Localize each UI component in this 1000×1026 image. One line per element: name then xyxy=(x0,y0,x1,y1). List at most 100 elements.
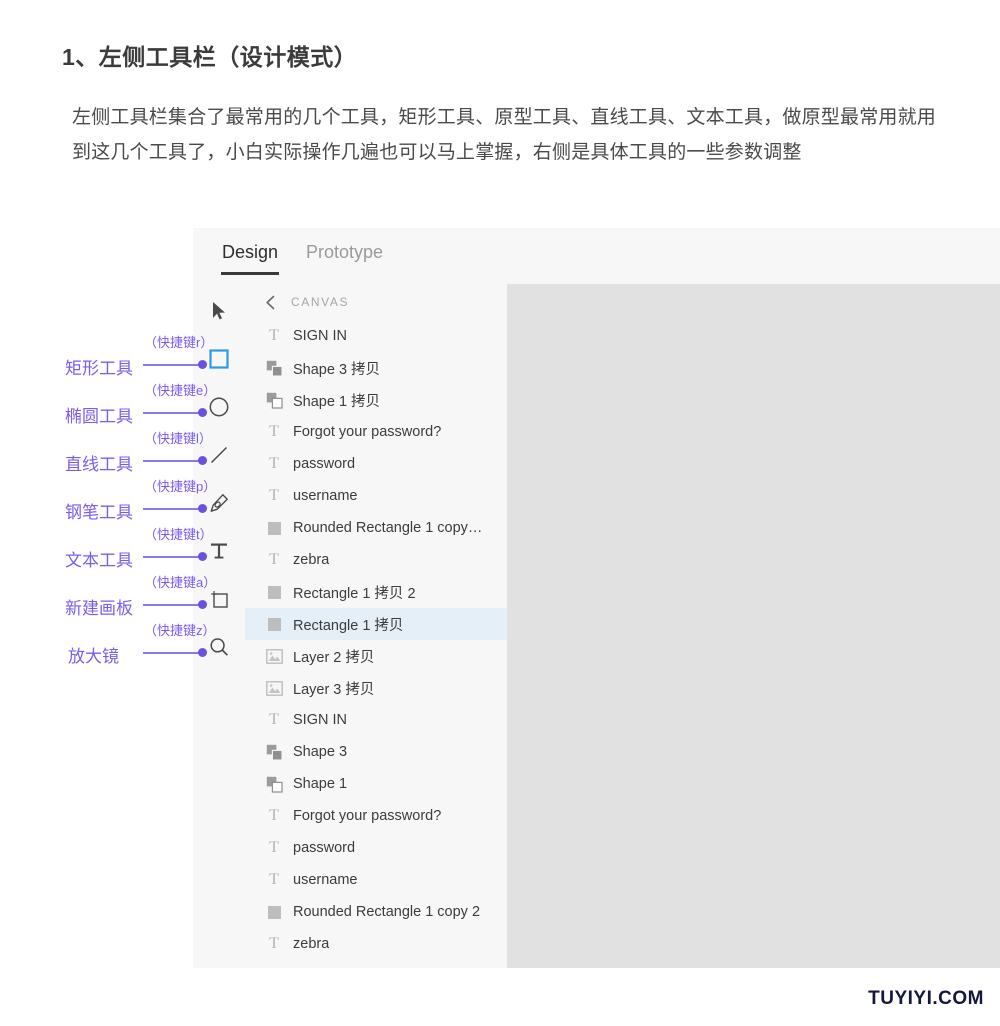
annotation-leader-dot xyxy=(198,648,207,657)
shape-outline-icon xyxy=(265,775,283,793)
annotation-artboard-tool: （快捷键a） 新建画板 xyxy=(0,575,240,624)
layer-label: zebra xyxy=(293,936,330,952)
annotation-shortcut: （快捷键e） xyxy=(144,383,217,398)
annotation-text-tool: （快捷键t） 文本工具 xyxy=(0,527,240,576)
text-layer-icon: T xyxy=(269,935,279,952)
layer-row[interactable]: Rectangle 1 拷贝 2 xyxy=(245,576,507,608)
annotation-pen-tool: （快捷键p） 钢笔工具 xyxy=(0,479,240,528)
layer-label: password xyxy=(293,840,356,856)
move-tool-button[interactable] xyxy=(193,296,245,326)
layer-label: Rectangle 1 拷贝 2 xyxy=(293,585,416,602)
image-layer-icon xyxy=(265,679,283,697)
page-title: 1、左侧工具栏（设计模式） xyxy=(62,44,358,70)
annotation-rectangle-tool: （快捷键r） 矩形工具 xyxy=(0,335,240,384)
app-window: Design Prototype CANVAS T SIGN IN Shape … xyxy=(193,228,1000,968)
annotation-leader-line xyxy=(143,508,201,510)
annotation-label: 直线工具 xyxy=(65,455,133,474)
layer-label: Rounded Rectangle 1 copy… xyxy=(293,520,483,536)
layer-label: Rectangle 1 拷贝 xyxy=(293,617,404,634)
layer-row[interactable]: T SIGN IN xyxy=(245,320,507,352)
tab-prototype[interactable]: Prototype xyxy=(306,242,383,275)
layer-row[interactable]: Tzebra xyxy=(245,544,507,576)
layer-row[interactable]: Tpassword xyxy=(245,448,507,480)
layer-label: SIGN IN xyxy=(293,328,347,344)
layer-row[interactable]: Shape 3 xyxy=(245,736,507,768)
layer-row[interactable]: Tpassword xyxy=(245,832,507,864)
layer-row[interactable]: T Forgot your password? xyxy=(245,416,507,448)
text-layer-icon: T xyxy=(269,423,279,440)
layer-label: Rounded Rectangle 1 copy 2 xyxy=(293,904,481,920)
layer-row[interactable]: Layer 2 拷贝 xyxy=(245,640,507,672)
layer-label: Forgot your password? xyxy=(293,424,442,440)
shape-filled-icon xyxy=(265,359,283,377)
layer-row[interactable]: Tzebra xyxy=(245,928,507,960)
rectangle-layer-icon xyxy=(265,519,283,537)
layer-label: zebra xyxy=(293,552,330,568)
annotation-ellipse-tool: （快捷键e） 椭圆工具 xyxy=(0,383,240,432)
rectangle-layer-icon xyxy=(265,903,283,921)
annotation-leader-line xyxy=(143,652,201,654)
chevron-left-icon[interactable] xyxy=(265,295,283,310)
layer-panel-title: CANVAS xyxy=(291,295,350,309)
layer-label: Shape 3 拷贝 xyxy=(293,361,381,378)
layer-row[interactable]: Rectangle 1 拷贝 xyxy=(245,608,507,640)
annotation-leader-dot xyxy=(198,408,207,417)
annotation-leader-dot xyxy=(198,504,207,513)
annotation-line-tool: （快捷键l） 直线工具 xyxy=(0,431,240,480)
annotation-label: 新建画板 xyxy=(65,599,133,618)
annotation-shortcut: （快捷键z） xyxy=(144,623,216,638)
layer-label: Layer 2 拷贝 xyxy=(293,649,375,666)
text-layer-icon: T xyxy=(269,807,279,824)
annotation-leader-line xyxy=(143,364,201,366)
layer-row[interactable]: Rounded Rectangle 1 copy 2 xyxy=(245,896,507,928)
window-body: CANVAS T SIGN IN Shape 3 拷贝 Shape 1 拷贝 T Forg… xyxy=(193,284,1000,968)
annotation-leader-line xyxy=(143,556,201,558)
text-layer-icon: T xyxy=(269,327,279,344)
canvas-area[interactable] xyxy=(508,284,1000,968)
annotation-leader-dot xyxy=(198,600,207,609)
rectangle-layer-icon xyxy=(265,583,283,601)
annotation-leader-dot xyxy=(198,456,207,465)
annotation-label: 矩形工具 xyxy=(65,359,133,378)
shape-outline-icon xyxy=(265,391,283,409)
layer-row[interactable]: Shape 1 xyxy=(245,768,507,800)
layer-label: username xyxy=(293,872,358,888)
layer-row[interactable]: Shape 3 拷贝 xyxy=(245,352,507,384)
layer-label: password xyxy=(293,456,356,472)
page-paragraph: 左侧工具栏集合了最常用的几个工具，矩形工具、原型工具、直线工具、文本工具，做原型… xyxy=(72,107,937,163)
annotation-leader-line xyxy=(143,604,201,606)
layer-panel-header[interactable]: CANVAS xyxy=(245,284,507,320)
layer-list[interactable]: T SIGN IN Shape 3 拷贝 Shape 1 拷贝 T Forgot your… xyxy=(245,320,507,960)
annotation-leader-line xyxy=(143,412,201,414)
layer-panel[interactable]: CANVAS T SIGN IN Shape 3 拷贝 Shape 1 拷贝 T Forg… xyxy=(245,284,508,968)
annotation-shortcut: （快捷键a） xyxy=(144,575,217,590)
text-layer-icon: T xyxy=(269,551,279,568)
layer-row[interactable]: T Forgot your password? xyxy=(245,800,507,832)
layer-row[interactable]: T SIGN IN xyxy=(245,704,507,736)
rectangle-layer-icon xyxy=(265,615,283,633)
annotation-leader-dot xyxy=(198,552,207,561)
annotation-shortcut: （快捷键r） xyxy=(144,335,214,350)
layer-label: Shape 1 xyxy=(293,776,348,792)
layer-row[interactable]: Tusername xyxy=(245,864,507,896)
annotation-leader-dot xyxy=(198,360,207,369)
layer-label: Forgot your password? xyxy=(293,808,442,824)
text-layer-icon: T xyxy=(269,839,279,856)
layer-label: SIGN IN xyxy=(293,712,347,728)
image-layer-icon xyxy=(265,647,283,665)
layer-row[interactable]: Tusername xyxy=(245,480,507,512)
tab-design[interactable]: Design xyxy=(220,242,280,275)
layer-row[interactable]: Shape 1 拷贝 xyxy=(245,384,507,416)
text-layer-icon: T xyxy=(269,871,279,888)
text-layer-icon: T xyxy=(269,711,279,728)
annotation-label: 文本工具 xyxy=(65,551,133,570)
layer-row[interactable]: Layer 3 拷贝 xyxy=(245,672,507,704)
annotation-zoom-tool: （快捷键z） 放大镜 xyxy=(0,623,240,672)
watermark: TUYIYI.COM xyxy=(868,988,984,1009)
layer-label: Shape 3 xyxy=(293,744,348,760)
layer-label: username xyxy=(293,488,358,504)
annotation-leader-line xyxy=(143,460,201,462)
layer-label: Shape 1 拷贝 xyxy=(293,393,381,410)
layer-row[interactable]: Rounded Rectangle 1 copy… xyxy=(245,512,507,544)
annotation-shortcut: （快捷键t） xyxy=(144,527,213,542)
